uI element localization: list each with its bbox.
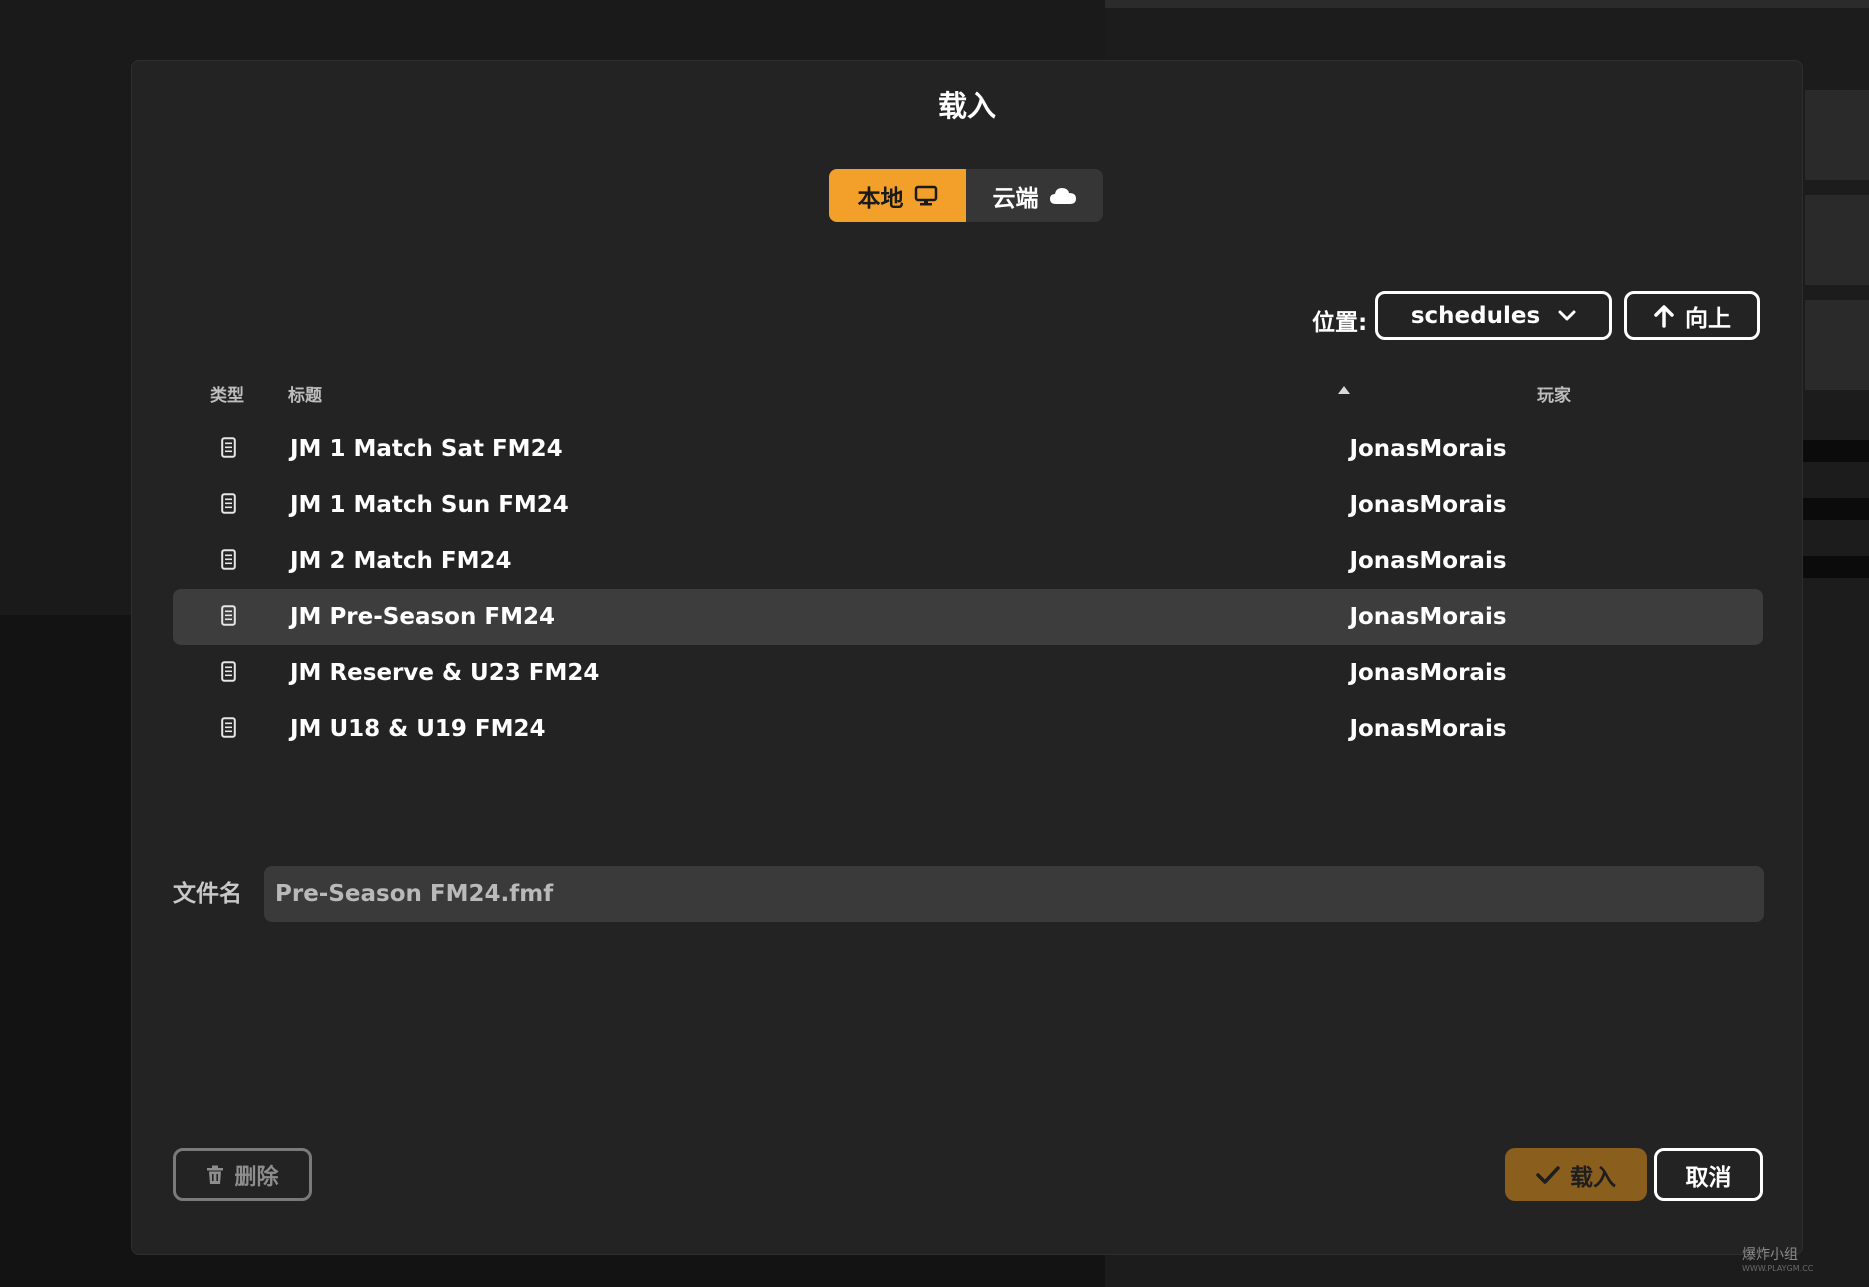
tab-cloud[interactable]: 云端 <box>966 169 1103 222</box>
file-player: JonasMorais <box>1349 716 1507 742</box>
trash-icon <box>207 1165 224 1184</box>
file-row[interactable]: JM Reserve & U23 FM24 JonasMorais <box>173 645 1763 701</box>
watermark-url: WWW.PLAYGM.CC <box>1742 1264 1814 1273</box>
sort-ascending-icon <box>1338 386 1350 394</box>
file-row[interactable]: JM 2 Match FM24 JonasMorais <box>173 533 1763 589</box>
up-button-label: 向上 <box>1685 305 1731 332</box>
file-row[interactable]: JM U18 & U19 FM24 JonasMorais <box>173 701 1763 757</box>
source-segmented-control: 本地 云端 <box>829 169 1103 222</box>
file-list: JM 1 Match Sat FM24 JonasMorais JM 1 Mat… <box>173 421 1763 757</box>
delete-button[interactable]: 删除 <box>173 1148 312 1201</box>
document-icon <box>221 493 236 514</box>
tab-local[interactable]: 本地 <box>829 169 966 222</box>
dialog-title: 载入 <box>937 89 996 123</box>
cancel-button[interactable]: 取消 <box>1654 1148 1763 1201</box>
document-icon <box>221 549 236 570</box>
file-title: JM 2 Match FM24 <box>290 548 512 574</box>
cancel-button-label: 取消 <box>1685 1164 1732 1191</box>
file-player: JonasMorais <box>1349 660 1507 686</box>
file-player: JonasMorais <box>1349 604 1507 630</box>
watermark: 爆炸小组 WWW.PLAYGM.CC <box>1742 1248 1813 1276</box>
file-title: JM 1 Match Sat FM24 <box>290 436 563 462</box>
load-button[interactable]: 载入 <box>1505 1148 1647 1201</box>
filename-label: 文件名 <box>173 881 242 907</box>
location-value: schedules <box>1410 302 1541 329</box>
file-title: JM Pre-Season FM24 <box>290 604 555 630</box>
cloud-icon <box>1049 187 1076 204</box>
checkmark-icon <box>1536 1165 1560 1184</box>
column-header-title[interactable]: 标题 <box>288 381 322 406</box>
file-row[interactable]: JM 1 Match Sat FM24 JonasMorais <box>173 421 1763 477</box>
arrow-up-icon <box>1654 304 1674 328</box>
chevron-down-icon <box>1558 310 1576 320</box>
file-player: JonasMorais <box>1349 436 1507 462</box>
document-icon <box>221 661 236 682</box>
file-player: JonasMorais <box>1349 548 1507 574</box>
file-title: JM Reserve & U23 FM24 <box>290 660 600 686</box>
location-label: 位置: <box>1312 310 1368 336</box>
file-player: JonasMorais <box>1349 492 1507 518</box>
tab-local-label: 本地 <box>857 185 904 212</box>
document-icon <box>221 437 236 458</box>
filename-field[interactable] <box>264 866 1764 922</box>
document-icon <box>221 605 236 626</box>
file-title: JM U18 & U19 FM24 <box>290 716 546 742</box>
watermark-text: 爆炸小组 <box>1742 1247 1798 1263</box>
file-title: JM 1 Match Sun FM24 <box>290 492 569 518</box>
file-row[interactable]: JM 1 Match Sun FM24 JonasMorais <box>173 477 1763 533</box>
document-icon <box>221 717 236 738</box>
load-dialog: 载入 本地 云端 位置: schedules 向上 类型 标题 玩家 JM 1 … <box>131 60 1803 1255</box>
location-dropdown[interactable]: schedules <box>1375 291 1612 340</box>
monitor-icon <box>914 185 937 205</box>
column-header-player[interactable]: 玩家 <box>1537 381 1571 406</box>
tab-cloud-label: 云端 <box>992 185 1039 212</box>
up-button[interactable]: 向上 <box>1624 291 1760 340</box>
load-button-label: 载入 <box>1570 1164 1616 1191</box>
background-topline <box>1105 0 1869 8</box>
column-header-type[interactable]: 类型 <box>210 381 244 406</box>
file-row-selected[interactable]: JM Pre-Season FM24 JonasMorais <box>173 589 1763 645</box>
delete-button-label: 删除 <box>234 1164 279 1190</box>
